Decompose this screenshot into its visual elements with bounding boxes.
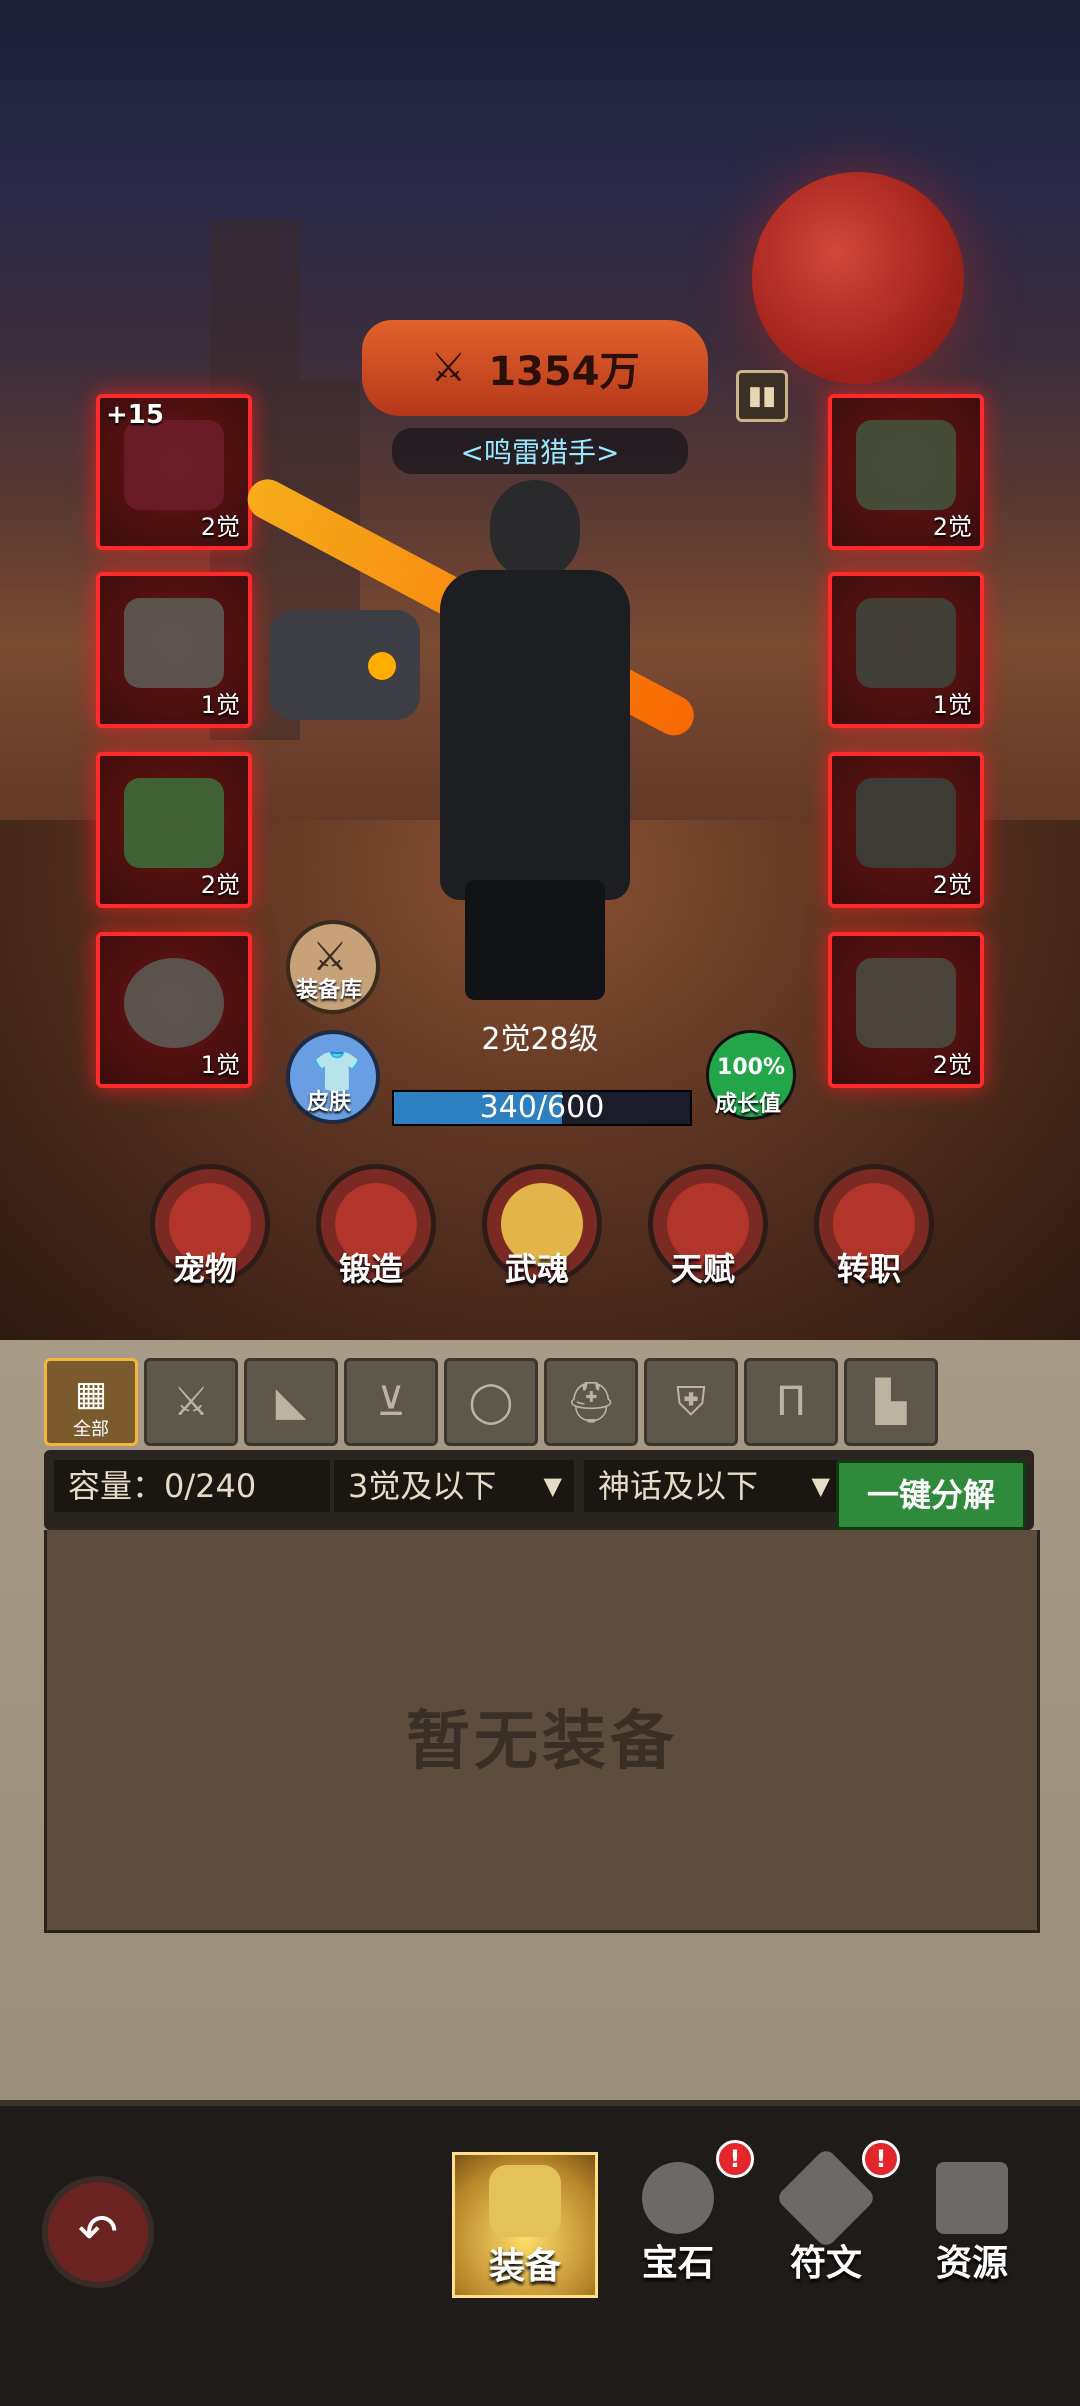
forge-label: 锻造 bbox=[338, 1250, 403, 1288]
tab-ring[interactable]: ◯ bbox=[444, 1358, 538, 1446]
pet-label: 宠物 bbox=[172, 1250, 237, 1288]
hero-head bbox=[490, 480, 580, 580]
bottom-tab-label: 资源 bbox=[935, 2243, 1008, 2284]
awaken-level: 2觉 bbox=[200, 871, 240, 899]
bottom-tab-label: 符文 bbox=[789, 2243, 862, 2284]
equip-slot-pants[interactable]: 2觉 bbox=[828, 752, 984, 908]
hero-character bbox=[420, 480, 640, 1000]
tab-helmet[interactable]: ⛑ bbox=[544, 1358, 638, 1446]
bottom-tab-equipment[interactable]: 装备 bbox=[452, 2152, 598, 2298]
crossed-swords-icon: ⚔ bbox=[430, 345, 467, 391]
awaken-filter-dropdown[interactable]: 3觉及以下 ▼ bbox=[334, 1460, 574, 1512]
armory-label: 装备库 bbox=[295, 978, 362, 1003]
chest-icon bbox=[936, 2162, 1008, 2234]
equipment-list: 暂无装备 bbox=[44, 1530, 1040, 1933]
necklace-icon bbox=[124, 778, 224, 868]
awaken-level: 2觉 bbox=[200, 513, 240, 541]
cloak-icon: ◣ bbox=[275, 1379, 307, 1425]
ranking-icon[interactable]: ▮▮ bbox=[736, 370, 788, 422]
awaken-level: 1觉 bbox=[200, 1051, 240, 1079]
rarity-filter-value: 神话及以下 bbox=[598, 1467, 759, 1505]
empty-state-text: 暂无装备 bbox=[406, 1705, 678, 1779]
boot-icon bbox=[856, 958, 956, 1048]
awaken-level: 1觉 bbox=[200, 691, 240, 719]
dropdown-arrow-icon: ▼ bbox=[543, 1472, 562, 1500]
tab-all[interactable]: ▦ 全部 bbox=[44, 1358, 138, 1446]
tab-necklace[interactable]: ⊻ bbox=[344, 1358, 438, 1446]
job-change-label: 转职 bbox=[836, 1250, 901, 1288]
growth-percent: 100% bbox=[717, 1055, 785, 1080]
combat-power-value: 1354万 bbox=[488, 349, 640, 395]
necklace-icon: ⊻ bbox=[376, 1379, 406, 1425]
equip-slot-necklace[interactable]: 2觉 bbox=[96, 752, 252, 908]
talent-label: 天赋 bbox=[670, 1250, 735, 1288]
awaken-level: 1觉 bbox=[932, 691, 972, 719]
combat-power-banner: ⚔ 1354万 bbox=[362, 320, 708, 416]
helmet-icon bbox=[856, 420, 956, 510]
armor-icon: ⛨ bbox=[676, 1379, 706, 1425]
hero-level: 2觉28级 bbox=[481, 1022, 599, 1057]
bottom-tab-label: 装备 bbox=[488, 2246, 561, 2287]
notification-badge: ! bbox=[862, 2140, 900, 2178]
equip-slot-weapon[interactable]: +15 2觉 bbox=[96, 394, 252, 550]
awaken-level: 2觉 bbox=[932, 871, 972, 899]
ring-icon bbox=[124, 958, 224, 1048]
weapon-icon bbox=[124, 420, 224, 510]
weapon-soul-label: 武魂 bbox=[504, 1250, 569, 1288]
grid-icon: ▦ bbox=[74, 1374, 108, 1414]
awaken-filter-value: 3觉及以下 bbox=[348, 1467, 497, 1505]
armor-icon bbox=[856, 598, 956, 688]
helmet-icon: ⛑ bbox=[565, 1379, 617, 1426]
drone-eye bbox=[368, 652, 396, 680]
awaken-level: 2觉 bbox=[932, 513, 972, 541]
pants-icon: Π bbox=[775, 1379, 807, 1425]
category-tabs: ▦ 全部 ⚔ ◣ ⊻ ◯ ⛑ ⛨ Π ▙ bbox=[40, 1352, 1040, 1446]
xp-bar: 340/600 bbox=[392, 1090, 692, 1126]
awaken-level: 2觉 bbox=[932, 1051, 972, 1079]
capacity-label: 容量：0/240 bbox=[54, 1460, 330, 1512]
skin-label: 皮肤 bbox=[306, 1090, 351, 1115]
hero-title: <鸣雷猎手> bbox=[392, 428, 688, 474]
blood-moon bbox=[752, 172, 964, 384]
rarity-filter-dropdown[interactable]: 神话及以下 ▼ bbox=[584, 1460, 842, 1512]
gauntlet-icon bbox=[124, 598, 224, 688]
bottom-tab-resource[interactable]: 资源 bbox=[902, 2152, 1042, 2292]
tab-all-label: 全部 bbox=[73, 1419, 109, 1440]
back-button[interactable]: ↶ bbox=[42, 2176, 154, 2288]
drone-companion bbox=[270, 610, 420, 720]
tab-pants[interactable]: Π bbox=[744, 1358, 838, 1446]
dropdown-arrow-icon: ▼ bbox=[811, 1472, 830, 1500]
tab-weapon[interactable]: ⚔ bbox=[144, 1358, 238, 1446]
hero-scene: ⚔ 1354万 ▮▮ <鸣雷猎手> +15 2觉 1觉 2觉 1觉 2觉 1觉 … bbox=[0, 0, 1080, 1340]
one-click-decompose-button[interactable]: 一键分解 bbox=[836, 1460, 1026, 1530]
tab-boots[interactable]: ▙ bbox=[844, 1358, 938, 1446]
gem-icon bbox=[642, 2162, 714, 2234]
hero-legs bbox=[465, 880, 605, 1000]
pants-icon bbox=[856, 778, 956, 868]
notification-badge: ! bbox=[716, 2140, 754, 2178]
tab-cloak[interactable]: ◣ bbox=[244, 1358, 338, 1446]
enhance-level: +15 bbox=[106, 400, 164, 430]
growth-label: 成长值 bbox=[714, 1092, 781, 1117]
armor-icon bbox=[489, 2165, 561, 2237]
equip-slot-boots[interactable]: 2觉 bbox=[828, 932, 984, 1088]
boot-icon: ▙ bbox=[875, 1379, 907, 1425]
equip-slot-armor[interactable]: 1觉 bbox=[828, 572, 984, 728]
ring-icon: ◯ bbox=[468, 1379, 514, 1425]
tab-armor[interactable]: ⛨ bbox=[644, 1358, 738, 1446]
back-arrow-icon: ↶ bbox=[77, 2204, 119, 2260]
bottom-tab-label: 宝石 bbox=[641, 2243, 714, 2284]
hero-body bbox=[440, 570, 630, 900]
equip-slot-glove[interactable]: 1觉 bbox=[96, 572, 252, 728]
equip-slot-helmet[interactable]: 2觉 bbox=[828, 394, 984, 550]
xp-text: 340/600 bbox=[479, 1090, 605, 1125]
equip-slot-ring[interactable]: 1觉 bbox=[96, 932, 252, 1088]
sword-icon: ⚔ bbox=[173, 1379, 209, 1425]
